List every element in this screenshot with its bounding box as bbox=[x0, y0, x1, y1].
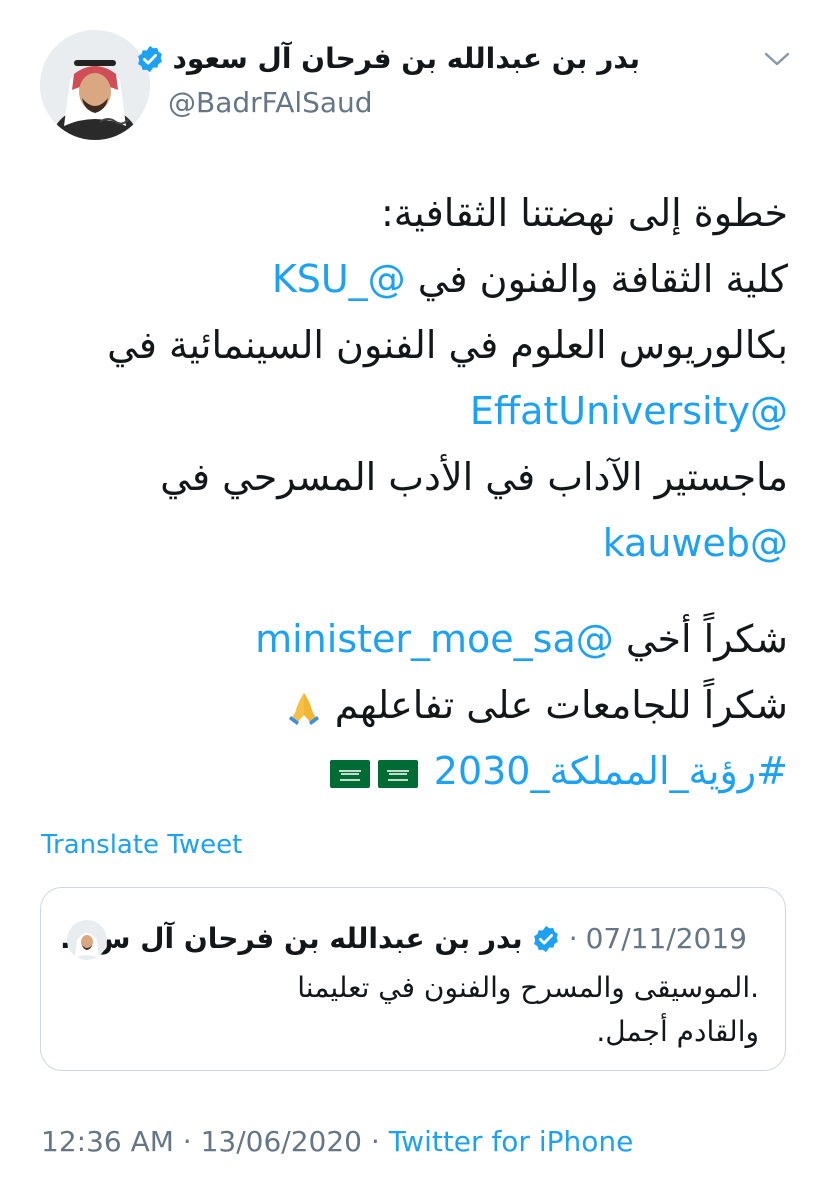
author-avatar[interactable] bbox=[40, 30, 150, 140]
quoted-tweet[interactable]: 07/11/2019 · بدر بن عبدالله بن فرحان آل … bbox=[40, 887, 786, 1071]
avatar-image bbox=[40, 30, 150, 140]
saudi-flag-emoji bbox=[377, 759, 418, 788]
hashtag-vision-2030[interactable]: #رؤية_المملكة_2030 bbox=[434, 749, 788, 793]
tweet-line: #رؤية_المملكة_2030 bbox=[40, 738, 788, 804]
tweet-text: خطوة إلى نهضتنا الثقافية: كلية الثقافة و… bbox=[40, 180, 788, 804]
quoted-tweet-line: والقادم أجمل. bbox=[596, 1015, 759, 1048]
quoted-tweet-header: 07/11/2019 · بدر بن عبدالله بن فرحان آل … bbox=[60, 922, 747, 955]
translate-tweet-link[interactable]: Translate Tweet bbox=[41, 830, 242, 860]
tweet-line: @kauweb bbox=[40, 510, 788, 576]
quoted-tweet-avatar bbox=[67, 920, 107, 960]
tweet-line: شكراً للجامعات على تفاعلهم bbox=[40, 672, 788, 738]
verified-badge-icon bbox=[533, 925, 558, 952]
mention-effat-university[interactable]: @EffatUniversity bbox=[470, 389, 788, 433]
separator-dot: · bbox=[568, 922, 578, 955]
tweet-line-text: شكراً للجامعات على تفاعلهم bbox=[334, 683, 788, 727]
verified-badge-icon bbox=[137, 45, 162, 72]
tweet-line: ماجستير الآداب في الأدب المسرحي في bbox=[160, 455, 788, 499]
mention-kauweb[interactable]: @kauweb bbox=[603, 521, 788, 565]
tweet-line: كلية الثقافة والفنون في @_KSU bbox=[40, 246, 788, 312]
quoted-tweet-line: .الموسيقى والمسرح والفنون في تعليمنا bbox=[297, 971, 759, 1004]
avatar-image bbox=[67, 920, 107, 960]
author-handle[interactable]: @BadrFAlSaud bbox=[168, 86, 373, 119]
mention-minister-moe[interactable]: @minister_moe_sa bbox=[255, 617, 614, 661]
quoted-tweet-author-name: بدر بن عبدالله بن فرحان آل س... bbox=[59, 922, 523, 955]
tweet-metadata: 12:36 AM · 13/06/2020 · Twitter for iPho… bbox=[41, 1125, 633, 1158]
chevron-down-icon[interactable] bbox=[762, 48, 792, 70]
folded-hands-emoji bbox=[288, 692, 319, 725]
tweet-line: @EffatUniversity bbox=[40, 378, 788, 444]
tweet-timestamp[interactable]: 12:36 AM · 13/06/2020 · bbox=[41, 1125, 389, 1158]
saudi-flag-emoji bbox=[329, 759, 370, 788]
author-name-row[interactable]: بدر بن عبدالله بن فرحان آل سعود bbox=[135, 42, 640, 75]
tweet-line-text: شكراً أخي bbox=[613, 617, 788, 661]
quoted-tweet-text: .الموسيقى والمسرح والفنون في تعليمنا وال… bbox=[69, 966, 759, 1054]
quoted-tweet-date: 07/11/2019 bbox=[585, 922, 747, 955]
tweet-source-link[interactable]: Twitter for iPhone bbox=[389, 1125, 634, 1158]
tweet-line: خطوة إلى نهضتنا الثقافية: bbox=[380, 191, 788, 235]
tweet-line-text: كلية الثقافة والفنون في bbox=[405, 257, 788, 301]
author-name[interactable]: بدر بن عبدالله بن فرحان آل سعود bbox=[173, 42, 640, 75]
tweet-line: شكراً أخي @minister_moe_sa bbox=[40, 606, 788, 672]
tweet-line: بكالوريوس العلوم في الفنون السينمائية في bbox=[107, 323, 788, 367]
mention-ksu[interactable]: @_KSU bbox=[272, 257, 406, 301]
